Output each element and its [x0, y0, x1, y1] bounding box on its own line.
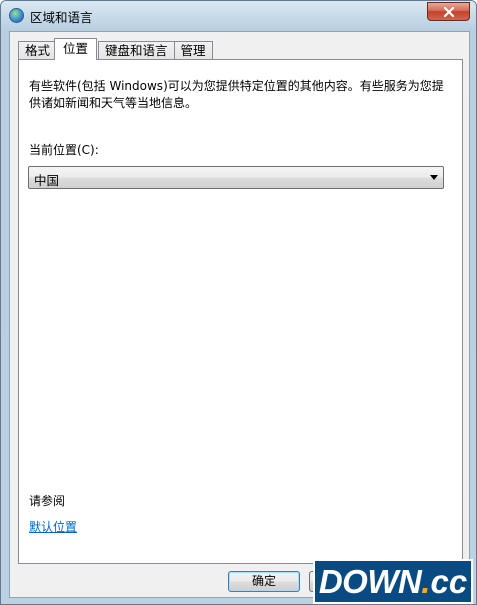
site-watermark: DOWN. cc: [313, 559, 473, 604]
chevron-down-icon: [430, 175, 438, 180]
tab-strip: 格式 位置 键盘和语言 管理: [18, 38, 213, 60]
region-language-dialog: 区域和语言 格式 位置 键盘和语言 管理 有些软件(包括 Windows)可以为…: [0, 0, 477, 605]
globe-icon: [9, 8, 24, 23]
dialog-client-area: 格式 位置 键盘和语言 管理 有些软件(包括 Windows)可以为您提供特定位…: [9, 31, 470, 598]
tab-keyboards-languages[interactable]: 键盘和语言: [98, 41, 175, 60]
watermark-dot: .: [421, 562, 431, 600]
tab-administrative[interactable]: 管理: [173, 41, 213, 60]
current-location-select[interactable]: 中国: [28, 166, 444, 189]
watermark-suffix: cc: [430, 562, 468, 600]
current-location-value: 中国: [34, 173, 60, 188]
title-bar[interactable]: 区域和语言: [1, 1, 476, 31]
window-title: 区域和语言: [30, 10, 93, 25]
location-tab-panel: 有些软件(包括 Windows)可以为您提供特定位置的其他内容。有些服务为您提供…: [18, 59, 463, 564]
watermark-text: DOWN: [318, 562, 422, 600]
close-icon: [443, 6, 454, 17]
current-location-label: 当前位置(C):: [29, 143, 99, 157]
close-button[interactable]: [427, 2, 470, 21]
tab-formats[interactable]: 格式: [18, 41, 58, 60]
location-description: 有些软件(包括 Windows)可以为您提供特定位置的其他内容。有些服务为您提供…: [29, 79, 444, 110]
default-location-link[interactable]: 默认位置: [29, 518, 77, 535]
tab-location[interactable]: 位置: [54, 38, 98, 60]
see-also-label: 请参阅: [29, 494, 66, 508]
ok-button[interactable]: 确定: [228, 571, 300, 592]
